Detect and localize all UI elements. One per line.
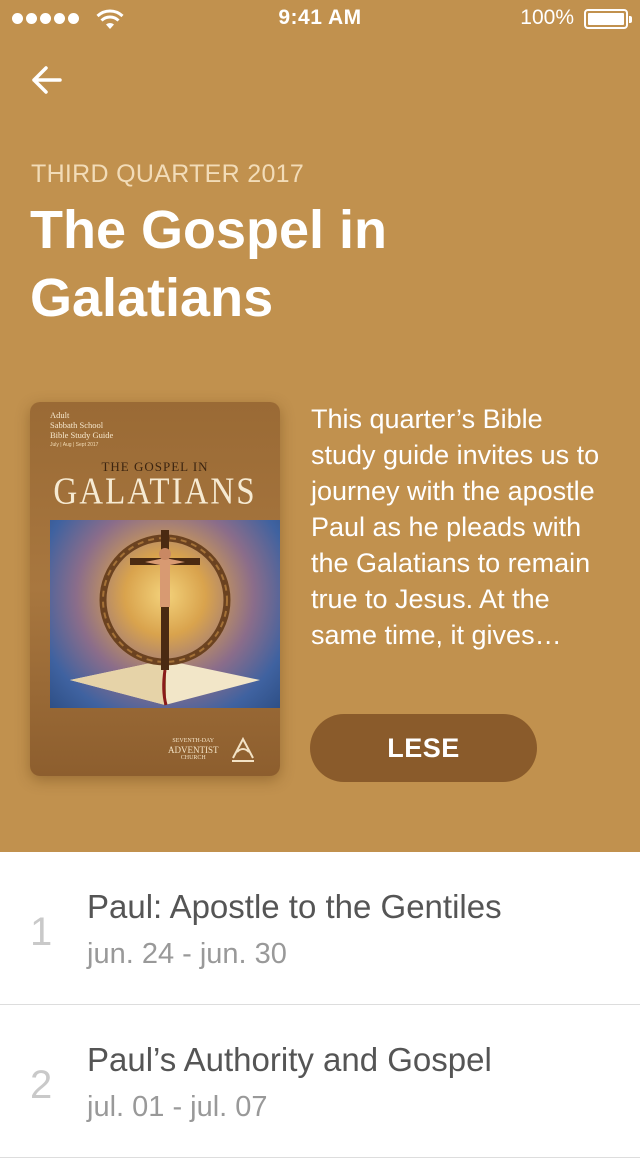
battery-icon — [584, 9, 632, 29]
quarterly-cover-image[interactable]: Adult Sabbath School Bible Study Guide J… — [30, 402, 280, 776]
lesson-dates: jul. 01 - jul. 07 — [87, 1091, 268, 1123]
lesson-title: Paul’s Authority and Gospel — [87, 1041, 492, 1078]
cover-title-large: GALATIANS — [53, 471, 257, 513]
quarterly-title: The Gospel in Galatians — [30, 200, 388, 328]
quarterly-hero: 9:41 AM 100% THIRD QUARTER 2017 The Gosp… — [0, 0, 640, 852]
lesson-title: Paul: Apostle to the Gentiles — [87, 888, 502, 925]
lesson-number: 2 — [30, 1063, 53, 1107]
church-logo: SEVENTH-DAY ADVENTIST CHURCH — [168, 738, 219, 761]
read-button[interactable]: LESE — [310, 714, 537, 782]
cover-dates: July | Aug | Sept 2017 — [50, 442, 99, 448]
church-logo-icon — [232, 736, 254, 762]
battery-percent: 100% — [520, 6, 574, 29]
cover-subtitle: Adult Sabbath School Bible Study Guide — [50, 410, 114, 440]
lesson-row[interactable]: 2 Paul’s Authority and Gospel jul. 01 - … — [0, 1005, 640, 1158]
lesson-number: 1 — [30, 910, 53, 954]
lesson-row[interactable]: 1 Paul: Apostle to the Gentiles jun. 24 … — [0, 852, 640, 1005]
lesson-dates: jun. 24 - jun. 30 — [87, 938, 287, 970]
quarterly-description: This quarter’s Bible study guide invites… — [311, 404, 600, 650]
lesson-list: 1 Paul: Apostle to the Gentiles jun. 24 … — [0, 852, 640, 1158]
quarter-label: THIRD QUARTER 2017 — [31, 160, 305, 188]
back-arrow-icon[interactable] — [28, 60, 68, 100]
status-bar: 9:41 AM 100% — [0, 0, 640, 40]
cover-artwork — [50, 520, 280, 708]
